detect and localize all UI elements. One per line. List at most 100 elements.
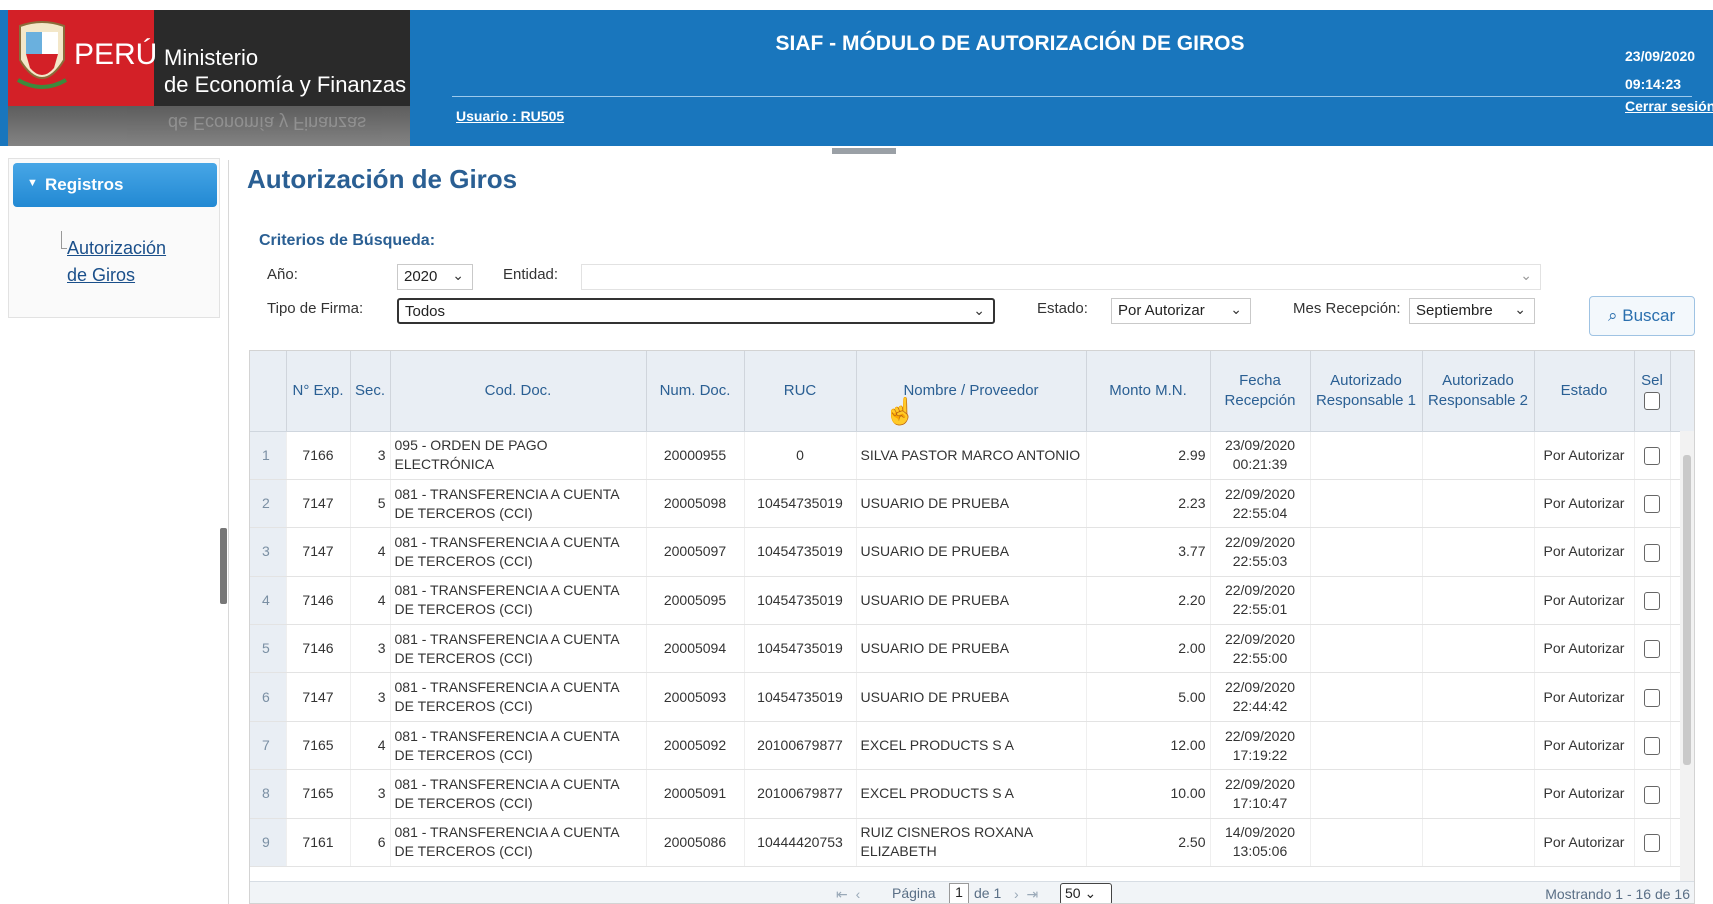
cell-status: Por Autorizar <box>1534 769 1635 819</box>
cell-authorized-1 <box>1310 818 1423 868</box>
cell-sec: 4 <box>350 576 391 626</box>
table-row[interactable]: 1 7166 3 095 - ORDEN DE PAGO ELECTRÓNICA 200… <box>250 431 1694 480</box>
header-sec[interactable]: Sec. <box>350 351 391 432</box>
cell-ruc: 10454735019 <box>744 576 857 626</box>
cell-authorized-2 <box>1422 431 1535 480</box>
header-row-number <box>250 351 287 432</box>
hand-cursor-icon: ☝ <box>884 396 917 426</box>
cell-exp: 7165 <box>286 721 351 771</box>
cell-sec: 3 <box>350 624 391 674</box>
row-number: 8 <box>250 769 287 819</box>
table-row[interactable]: 6 7147 3 081 - TRANSFERENCIA A CUENTA DE TE… <box>250 672 1694 722</box>
cell-date: 14/09/2020 13:05:06 <box>1210 818 1311 868</box>
row-number: 4 <box>250 576 287 626</box>
header-exp[interactable]: N° Exp. <box>286 351 351 432</box>
first-prev-page-icons[interactable]: ⇤ ‹ <box>836 886 862 903</box>
cell-exp: 7161 <box>286 818 351 868</box>
status-select[interactable]: Por Autorizar ⌄ <box>1111 298 1251 324</box>
cell-date: 23/09/2020 00:21:39 <box>1210 431 1311 480</box>
header-status[interactable]: Estado <box>1534 351 1635 432</box>
cell-sec: 3 <box>350 769 391 819</box>
cell-num-doc: 20005095 <box>646 576 745 626</box>
cell-authorized-2 <box>1422 479 1535 529</box>
cell-ruc: 20100679877 <box>744 721 857 771</box>
table-row[interactable]: 3 7147 4 081 - TRANSFERENCIA A CUENTA DE TE… <box>250 527 1694 577</box>
cell-num-doc: 20005086 <box>646 818 745 868</box>
grid-scrollbar-thumb[interactable] <box>1683 455 1691 765</box>
search-button[interactable]: ⌕ Buscar <box>1589 296 1695 336</box>
table-row[interactable]: 9 7161 6 081 - TRANSFERENCIA A CUENTA DE TE… <box>250 818 1694 868</box>
peru-label: PERÚ <box>74 38 158 71</box>
cell-cod-doc: 095 - ORDEN DE PAGO ELECTRÓNICA <box>390 431 647 480</box>
signature-type-select[interactable]: Todos ⌄ <box>397 298 995 324</box>
row-checkbox[interactable] <box>1644 640 1660 659</box>
cell-select <box>1634 721 1671 771</box>
row-number: 7 <box>250 721 287 771</box>
row-checkbox[interactable] <box>1644 446 1660 465</box>
header-num-doc[interactable]: Num. Doc. <box>646 351 745 432</box>
cell-cod-doc: 081 - TRANSFERENCIA A CUENTA DE TERCEROS… <box>390 769 647 819</box>
chevron-down-icon: ⌄ <box>973 302 985 318</box>
cell-status: Por Autorizar <box>1534 576 1635 626</box>
entity-select[interactable]: ⌄ <box>581 264 1541 290</box>
status-label: Estado: <box>1037 300 1088 317</box>
sidebar-item-autorizacion-giros[interactable]: Autorización de Giros <box>67 235 166 289</box>
cell-amount: 2.99 <box>1086 431 1211 480</box>
year-select[interactable]: 2020 ⌄ <box>397 264 473 290</box>
row-checkbox[interactable] <box>1644 833 1660 852</box>
cell-amount: 12.00 <box>1086 721 1211 771</box>
header-amount[interactable]: Monto M.N. <box>1086 351 1211 432</box>
cell-select <box>1634 527 1671 577</box>
row-checkbox[interactable] <box>1644 688 1660 707</box>
search-icon: ⌕ <box>1608 306 1618 325</box>
row-checkbox[interactable] <box>1644 495 1660 514</box>
chevron-down-icon: ⌄ <box>1230 301 1242 317</box>
table-row[interactable]: 7 7165 4 081 - TRANSFERENCIA A CUENTA DE TE… <box>250 721 1694 771</box>
row-checkbox[interactable] <box>1644 785 1660 804</box>
header-cod-doc[interactable]: Cod. Doc. <box>390 351 647 432</box>
user-link[interactable]: Usuario : RU505 <box>456 108 564 124</box>
page-label: Página <box>892 885 936 901</box>
cell-authorized-2 <box>1422 624 1535 674</box>
cell-ruc: 20100679877 <box>744 769 857 819</box>
table-row[interactable]: 8 7165 3 081 - TRANSFERENCIA A CUENTA DE TE… <box>250 769 1694 819</box>
cell-date: 22/09/2020 22:44:42 <box>1210 672 1311 722</box>
sidebar-section-registros[interactable]: ▼ Registros <box>13 163 217 207</box>
cell-num-doc: 20005091 <box>646 769 745 819</box>
reception-month-select[interactable]: Septiembre ⌄ <box>1409 298 1535 324</box>
row-checkbox[interactable] <box>1644 737 1660 756</box>
cell-exp: 7147 <box>286 527 351 577</box>
cell-select <box>1634 672 1671 722</box>
header-authorized-2[interactable]: Autorizado Responsable 2 <box>1422 351 1535 432</box>
header-ruc[interactable]: RUC <box>744 351 857 432</box>
page-number-input[interactable]: 1 <box>949 883 969 903</box>
panel-splitter-handle[interactable] <box>832 148 896 154</box>
reception-month-label: Mes Recepción: <box>1293 300 1401 317</box>
table-row[interactable]: 4 7146 4 081 - TRANSFERENCIA A CUENTA DE TE… <box>250 576 1694 626</box>
table-body: 1 7166 3 095 - ORDEN DE PAGO ELECTRÓNICA 200… <box>250 431 1694 868</box>
cell-status: Por Autorizar <box>1534 624 1635 674</box>
cell-date: 22/09/2020 22:55:04 <box>1210 479 1311 529</box>
row-number: 2 <box>250 479 287 529</box>
sidebar-resize-handle[interactable] <box>220 528 227 604</box>
logout-link[interactable]: Cerrar sesión <box>1625 98 1713 114</box>
row-number: 1 <box>250 431 287 480</box>
row-checkbox[interactable] <box>1644 592 1660 611</box>
next-last-page-icons[interactable]: › ⇥ <box>1014 886 1040 903</box>
cell-authorized-1 <box>1310 624 1423 674</box>
page-size-select[interactable]: 50 ⌄ <box>1060 883 1112 903</box>
table-row[interactable]: 5 7146 3 081 - TRANSFERENCIA A CUENTA DE TE… <box>250 624 1694 674</box>
ministry-name: Ministerio de Economía y Finanzas <box>164 45 407 97</box>
cell-num-doc: 20005093 <box>646 672 745 722</box>
pagination-bar: ⇤ ‹ Página 1 de 1 › ⇥ 50 ⌄ Mostrando 1 -… <box>250 881 1694 903</box>
grid-scrollbar[interactable] <box>1680 431 1694 883</box>
table-row[interactable]: 2 7147 5 081 - TRANSFERENCIA A CUENTA DE TE… <box>250 479 1694 529</box>
cell-name: EXCEL PRODUCTS S A <box>856 769 1087 819</box>
header-reception-date[interactable]: Fecha Recepción <box>1210 351 1311 432</box>
cell-date: 22/09/2020 22:55:00 <box>1210 624 1311 674</box>
row-checkbox[interactable] <box>1644 543 1660 562</box>
cell-status: Por Autorizar <box>1534 479 1635 529</box>
cell-select <box>1634 818 1671 868</box>
select-all-checkbox[interactable] <box>1644 391 1660 410</box>
header-authorized-1[interactable]: Autorizado Responsable 1 <box>1310 351 1423 432</box>
